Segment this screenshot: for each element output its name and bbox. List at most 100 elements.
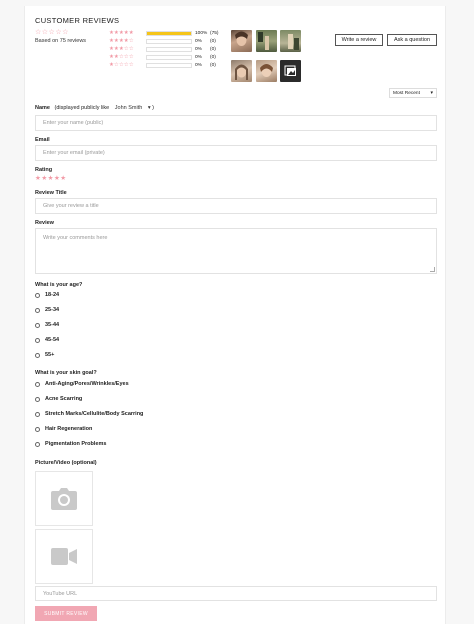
age-option[interactable]: 18-24 bbox=[35, 292, 59, 298]
resize-handle-icon[interactable] bbox=[430, 267, 435, 272]
email-label: Email bbox=[35, 137, 50, 143]
radio-button[interactable] bbox=[35, 292, 40, 298]
name-hint-close: ) bbox=[152, 105, 154, 111]
email-placeholder: Enter your email (private) bbox=[43, 150, 105, 156]
row-percent: 0% bbox=[195, 54, 202, 60]
skin-goal-option-label: Anti-Aging/Pores/Wrinkles/Eyes bbox=[45, 381, 129, 387]
skin-goal-option-label: Hair Regeneration bbox=[45, 426, 93, 432]
gallery-icon bbox=[284, 65, 296, 76]
histogram-row-4[interactable]: ★★★★☆ 0% (0) bbox=[109, 37, 219, 45]
ask-question-button[interactable]: Ask a question bbox=[387, 34, 437, 46]
bar-fill bbox=[147, 31, 191, 35]
review-placeholder: Write your comments here bbox=[43, 235, 108, 241]
rating-label: Rating bbox=[35, 167, 53, 173]
row-count: (0) bbox=[210, 62, 216, 68]
skin-goal-option[interactable]: Acne Scarring bbox=[35, 396, 82, 402]
rating-star-input[interactable]: ★★★★★ bbox=[35, 174, 67, 182]
skin-goal-option[interactable]: Hair Regeneration bbox=[35, 426, 92, 432]
skin-goal-option[interactable]: Stretch Marks/Cellulite/Body Scarring bbox=[35, 411, 143, 417]
name-format-value: John Smith bbox=[114, 105, 143, 111]
radio-button[interactable] bbox=[35, 426, 40, 432]
radio-button[interactable] bbox=[35, 411, 40, 417]
histogram-row-1[interactable]: ★☆☆☆☆ 0% (0) bbox=[109, 61, 219, 69]
age-option-label: 18-24 bbox=[45, 292, 60, 298]
video-icon bbox=[51, 548, 77, 565]
skin-goal-option-label: Acne Scarring bbox=[45, 396, 83, 402]
row-percent: 0% bbox=[195, 38, 202, 44]
photo-upload-button[interactable] bbox=[35, 471, 93, 526]
row-percent: 100% bbox=[195, 30, 208, 36]
name-input[interactable]: Enter your name (public) bbox=[35, 115, 437, 131]
write-review-button[interactable]: Write a review bbox=[335, 34, 383, 46]
rating-bar bbox=[146, 54, 192, 60]
radio-button[interactable] bbox=[35, 337, 40, 343]
skin-goal-option[interactable]: Pigmentation Problems bbox=[35, 441, 106, 447]
email-input[interactable]: Enter your email (private) bbox=[35, 145, 437, 161]
video-upload-button[interactable] bbox=[35, 529, 93, 584]
radio-button[interactable] bbox=[35, 381, 40, 387]
media-label: Picture/Video (optional) bbox=[35, 460, 97, 466]
rating-bar bbox=[146, 38, 192, 44]
row-stars: ★★☆☆☆ bbox=[109, 54, 134, 60]
age-option[interactable]: 45-54 bbox=[35, 337, 59, 343]
row-count: (0) bbox=[210, 46, 216, 52]
row-percent: 0% bbox=[195, 46, 202, 52]
row-count: (75) bbox=[210, 30, 219, 36]
row-count: (0) bbox=[210, 54, 216, 60]
chevron-down-icon: ▾ bbox=[430, 90, 433, 96]
skin-goal-question-label: What is your skin goal? bbox=[35, 370, 97, 376]
review-title-input[interactable]: Give your review a title bbox=[35, 198, 437, 214]
radio-button[interactable] bbox=[35, 352, 40, 358]
histogram-row-5[interactable]: ★★★★★ 100% (75) bbox=[109, 29, 219, 37]
row-percent: 0% bbox=[195, 62, 202, 68]
review-photo-thumbnail[interactable] bbox=[256, 60, 277, 82]
name-format-select[interactable]: John Smith ▾ bbox=[115, 105, 152, 111]
age-option[interactable]: 25-34 bbox=[35, 307, 59, 313]
youtube-url-placeholder: YouTube URL bbox=[43, 590, 78, 597]
summary-stars: ☆☆☆☆☆ bbox=[35, 29, 69, 36]
review-textarea[interactable]: Write your comments here bbox=[35, 228, 437, 274]
name-placeholder: Enter your name (public) bbox=[43, 120, 104, 126]
histogram-row-3[interactable]: ★★★☆☆ 0% (0) bbox=[109, 45, 219, 53]
age-option-label: 35-44 bbox=[45, 322, 60, 328]
row-stars: ★★★★☆ bbox=[109, 38, 134, 44]
submit-review-button[interactable]: SUBMIT REVIEW bbox=[35, 606, 97, 621]
row-stars: ★★★★★ bbox=[109, 30, 134, 36]
age-option[interactable]: 55+ bbox=[35, 352, 54, 358]
name-label: Name (displayed publicly like John Smith… bbox=[35, 105, 154, 111]
review-photo-thumbnail[interactable] bbox=[231, 60, 252, 82]
rating-histogram: ★★★★★ 100% (75) ★★★★☆ 0% (0) ★★★☆☆ 0% (0… bbox=[109, 29, 219, 69]
age-option[interactable]: 35-44 bbox=[35, 322, 59, 328]
review-photo-thumbnail[interactable] bbox=[256, 30, 277, 52]
more-media-thumbnail[interactable] bbox=[280, 60, 301, 82]
review-photo-thumbnail[interactable] bbox=[280, 30, 301, 52]
skin-goal-option[interactable]: Anti-Aging/Pores/Wrinkles/Eyes bbox=[35, 381, 129, 387]
age-option-label: 55+ bbox=[45, 352, 55, 358]
page-background: CUSTOMER REVIEWS ☆☆☆☆☆ Based on 75 revie… bbox=[0, 0, 474, 624]
rating-bar bbox=[146, 62, 192, 68]
radio-button[interactable] bbox=[35, 322, 40, 328]
radio-button[interactable] bbox=[35, 307, 40, 313]
age-option-label: 45-54 bbox=[45, 337, 60, 343]
rating-bar bbox=[146, 30, 192, 36]
camera-icon bbox=[51, 487, 77, 510]
review-photo-thumbnail[interactable] bbox=[231, 30, 252, 52]
age-question-label: What is your age? bbox=[35, 282, 83, 288]
row-stars: ★★★☆☆ bbox=[109, 46, 134, 52]
youtube-url-input[interactable]: YouTube URL bbox=[35, 586, 437, 601]
review-count: Based on 75 reviews bbox=[35, 38, 87, 44]
chevron-down-icon: ▾ bbox=[147, 105, 151, 111]
review-label: Review bbox=[35, 220, 54, 226]
skin-goal-option-label: Pigmentation Problems bbox=[45, 441, 107, 447]
sort-select[interactable]: Most Recent ▾ bbox=[389, 88, 437, 98]
row-count: (0) bbox=[210, 38, 216, 44]
review-title-label: Review Title bbox=[35, 190, 67, 196]
reviews-widget: CUSTOMER REVIEWS ☆☆☆☆☆ Based on 75 revie… bbox=[24, 6, 446, 624]
radio-button[interactable] bbox=[35, 396, 40, 402]
sort-selected: Most Recent bbox=[393, 90, 420, 96]
histogram-row-2[interactable]: ★★☆☆☆ 0% (0) bbox=[109, 53, 219, 61]
age-option-label: 25-34 bbox=[45, 307, 60, 313]
rating-bar bbox=[146, 46, 192, 52]
name-label-text: Name bbox=[35, 105, 50, 111]
radio-button[interactable] bbox=[35, 441, 40, 447]
